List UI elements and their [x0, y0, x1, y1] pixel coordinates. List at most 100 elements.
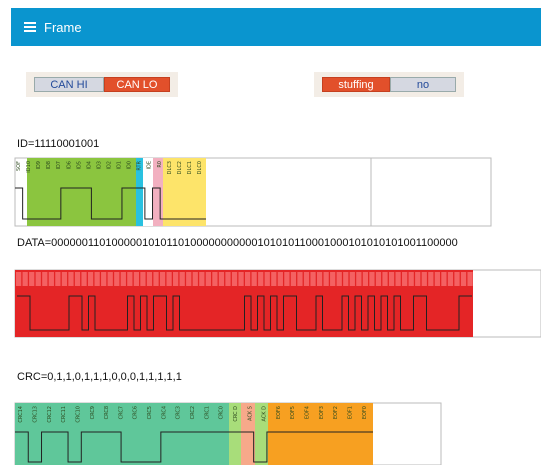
data-bit-label	[310, 272, 316, 286]
id-field-label-id2: ID2	[107, 161, 113, 170]
crc-field-label-crc6: CRC6	[133, 406, 139, 419]
data-bit-label	[225, 272, 231, 286]
data-bit-label	[271, 272, 277, 286]
data-bit-label	[447, 272, 454, 286]
data-bit-label	[140, 272, 146, 286]
crc-field-label-crc8: CRC8	[104, 406, 110, 419]
crc-field-label-ack-d: ACK D	[262, 406, 268, 422]
data-bit-label	[356, 272, 362, 286]
crc-field-label-eof4: EOF4	[305, 406, 311, 419]
data-bit-label	[369, 272, 375, 286]
data-bit-label	[179, 272, 185, 286]
id-field-label-id3: ID3	[96, 161, 102, 170]
data-bit-label	[245, 272, 251, 286]
data-bit-label	[107, 272, 113, 286]
crc-label: CRC=0,1,1,0,1,1,1,0,0,0,1,1,1,1,1	[17, 371, 182, 383]
id-field-label-id7: ID7	[56, 161, 62, 170]
data-bit-label	[68, 272, 74, 286]
data-bit-label	[382, 272, 388, 286]
crc-field-label-crc7: CRC7	[118, 406, 124, 419]
data-bit-label	[415, 272, 421, 286]
data-bit-label	[55, 272, 61, 286]
crc-field-label-crc14: CRC14	[18, 406, 24, 423]
data-bit-label	[61, 272, 68, 286]
data-bit-label	[35, 272, 41, 286]
data-bit-label	[388, 272, 395, 286]
data-bit-label	[153, 272, 159, 286]
id-field-label-id0: ID0	[127, 161, 133, 170]
data-bit-label	[395, 272, 401, 286]
data-bit-label	[375, 272, 382, 286]
id-field-label-dlc3: DLC3	[167, 161, 173, 174]
data-bit-label	[74, 272, 81, 286]
data-bit-label	[421, 272, 427, 286]
crc-field-label-crc2: CRC2	[190, 406, 196, 419]
data-bit-label	[16, 272, 22, 286]
crc-field-label-crc-d: CRC D	[233, 406, 239, 422]
id-field-label-id10: ID10	[26, 161, 32, 173]
data-label: DATA=00000011010000010101101000000000001…	[17, 237, 458, 249]
data-bit-label	[343, 272, 349, 286]
crc-field-label-crc9: CRC9	[90, 406, 96, 419]
id-field-label-id4: ID4	[86, 161, 92, 170]
data-bit-label	[48, 272, 54, 286]
data-bit-label	[173, 272, 179, 286]
id-field-label-rtr: RTR	[137, 160, 143, 170]
id-field-label-id9: ID9	[36, 161, 42, 170]
crc-field-label-ack-s: ACK S	[247, 406, 253, 421]
id-field-label-dlc1: DLC1	[187, 161, 193, 174]
data-bit-label	[428, 272, 434, 286]
crc-field-label-eof1: EOF1	[348, 406, 354, 419]
crc-field-label-crc10: CRC10	[75, 406, 81, 423]
data-bit-label	[441, 272, 447, 286]
data-bit-label	[114, 272, 120, 286]
data-bit-label	[29, 272, 35, 286]
data-bit-label	[238, 272, 244, 286]
crc-field-label-crc12: CRC12	[47, 406, 53, 423]
crc-field-label-eof2: EOF2	[333, 406, 339, 419]
data-bit-label	[316, 272, 323, 286]
id-field-label-sof: SOF	[16, 161, 22, 171]
data-bit-label	[330, 272, 336, 286]
data-bit-label	[94, 272, 100, 286]
crc-field-label-crc11: CRC11	[61, 406, 67, 423]
data-bit-label	[467, 272, 473, 286]
data-bit-label	[87, 272, 94, 286]
data-bit-label	[303, 272, 310, 286]
id-field-label-ide: IDE	[147, 161, 153, 169]
data-bit-label	[277, 272, 283, 286]
data-bit-label	[186, 272, 192, 286]
data-bit-label	[362, 272, 369, 286]
data-bit-label	[460, 272, 467, 286]
data-bit-label	[81, 272, 87, 286]
crc-field-label-eof3: EOF3	[319, 406, 325, 419]
data-bit-label	[408, 272, 414, 286]
data-bit-label	[264, 272, 270, 286]
data-bit-label	[290, 272, 297, 286]
id-field-label-id1: ID1	[117, 161, 123, 170]
crc-field-label-crc1: CRC1	[204, 406, 210, 419]
id-timing-diagram: SOF ID10 ID9 ID8 ID7 ID6 ID5 ID4 ID3 ID2 ID1 ID0 RTR…	[14, 157, 541, 465]
crc-field-label-eof5: EOF5	[290, 406, 296, 419]
crc-field-label-crc13: CRC13	[32, 406, 38, 423]
crc-field-label-eof0: EOF0	[362, 406, 368, 419]
id-field-label-r0: R0	[157, 161, 163, 168]
id-field-label-id8: ID8	[46, 161, 52, 170]
data-bit-label	[231, 272, 238, 286]
data-bit-label	[159, 272, 166, 286]
data-bit-label	[402, 272, 408, 286]
data-bit-label	[284, 272, 290, 286]
id-field-label-id6: ID6	[66, 161, 72, 170]
id-field-label-dlc0: DLC0	[197, 161, 203, 174]
data-bit-label	[146, 272, 153, 286]
data-bit-label	[205, 272, 211, 286]
id-field-label-id5: ID5	[76, 161, 82, 170]
data-bit-label	[42, 272, 48, 286]
data-bit-label	[434, 272, 440, 286]
data-bit-label	[120, 272, 126, 286]
data-bit-label	[22, 272, 28, 286]
crc-field-label-eof6: EOF6	[276, 406, 282, 419]
data-bit-label	[127, 272, 133, 286]
data-bit-label	[251, 272, 257, 286]
crc-field-label-crc4: CRC4	[161, 406, 167, 419]
